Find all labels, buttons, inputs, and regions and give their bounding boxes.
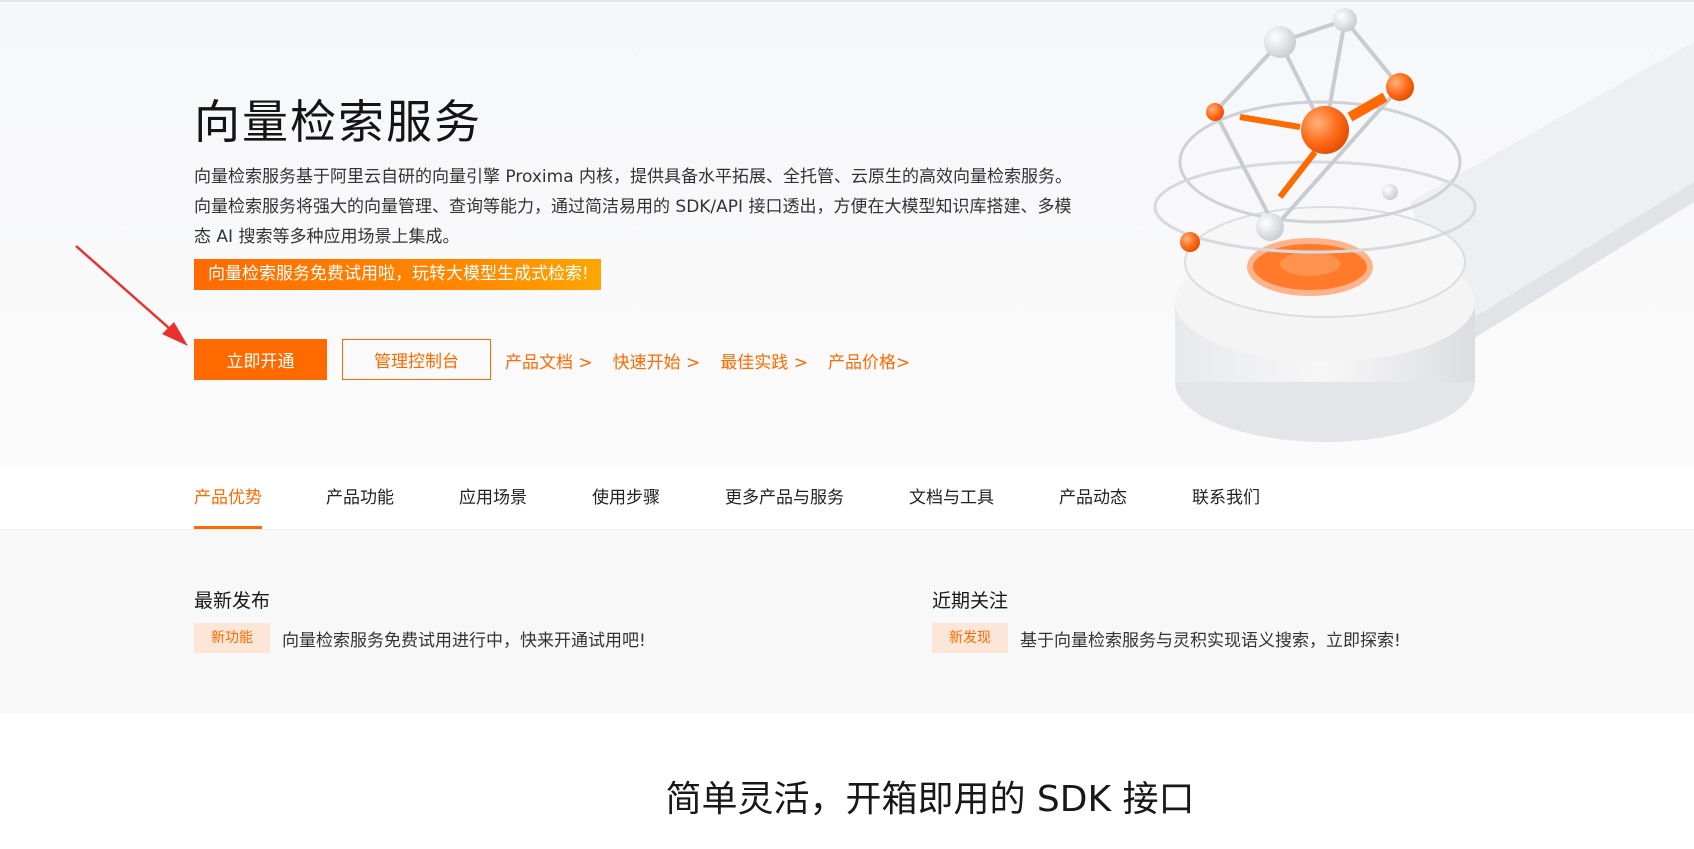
- activate-button[interactable]: 立即开通: [194, 339, 327, 380]
- tab-steps[interactable]: 使用步骤: [592, 467, 660, 529]
- tab-contact[interactable]: 联系我们: [1192, 467, 1260, 529]
- news-section: 最新发布 新功能 向量检索服务免费试用进行中，快来开通试用吧! 近期关注 新发现…: [0, 530, 1694, 713]
- recent-focus-heading: 近期关注: [932, 590, 1009, 612]
- quick-start-link[interactable]: 快速开始 >: [613, 348, 701, 373]
- new-discovery-badge: 新发现: [932, 623, 1008, 653]
- console-button[interactable]: 管理控制台: [342, 339, 491, 380]
- latest-release-column: 最新发布 新功能 向量检索服务免费试用进行中，快来开通试用吧!: [194, 586, 646, 653]
- tab-updates[interactable]: 产品动态: [1059, 467, 1127, 529]
- latest-release-text[interactable]: 向量检索服务免费试用进行中，快来开通试用吧!: [282, 626, 646, 651]
- latest-release-heading: 最新发布: [194, 590, 271, 612]
- hero-banner: 向量检索服务 向量检索服务基于阿里云自研的向量引擎 Proxima 内核，提供具…: [0, 0, 1694, 467]
- recent-focus-text[interactable]: 基于向量检索服务与灵积实现语义搜索，立即探索!: [1020, 626, 1401, 651]
- product-tab-nav: 产品优势 产品功能 应用场景 使用步骤 更多产品与服务 文档与工具 产品动态 联…: [0, 467, 1694, 530]
- vector-sphere-illustration: [1153, 8, 1694, 442]
- page: 向量检索服务 向量检索服务基于阿里云自研的向量引擎 Proxima 内核，提供具…: [0, 0, 1694, 849]
- page-title: 向量检索服务: [194, 95, 482, 149]
- hero-links: 产品文档 > 快速开始 > 最佳实践 > 产品价格>: [505, 348, 910, 373]
- tab-features[interactable]: 产品功能: [326, 467, 394, 529]
- tab-scenarios[interactable]: 应用场景: [459, 467, 527, 529]
- best-practice-link[interactable]: 最佳实践 >: [720, 348, 808, 373]
- recent-focus-item[interactable]: 新发现 基于向量检索服务与灵积实现语义搜索，立即探索!: [932, 623, 1401, 653]
- annotation-arrow-icon: [75, 245, 188, 346]
- pricing-link[interactable]: 产品价格>: [828, 348, 910, 373]
- tab-docs-tools[interactable]: 文档与工具: [909, 467, 994, 529]
- promo-banner[interactable]: 向量检索服务免费试用啦，玩转大模型生成式检索!: [194, 259, 601, 290]
- recent-focus-column: 近期关注 新发现 基于向量检索服务与灵积实现语义搜索，立即探索!: [932, 586, 1401, 653]
- hero-description: 向量检索服务基于阿里云自研的向量引擎 Proxima 内核，提供具备水平拓展、全…: [194, 167, 1073, 247]
- tab-advantages[interactable]: 产品优势: [194, 467, 262, 529]
- docs-link[interactable]: 产品文档 >: [505, 348, 593, 373]
- sdk-section-title: 简单灵活，开箱即用的 SDK 接口: [665, 779, 1195, 820]
- latest-release-item[interactable]: 新功能 向量检索服务免费试用进行中，快来开通试用吧!: [194, 623, 646, 653]
- tab-more-products[interactable]: 更多产品与服务: [725, 467, 844, 529]
- new-feature-badge: 新功能: [194, 623, 270, 653]
